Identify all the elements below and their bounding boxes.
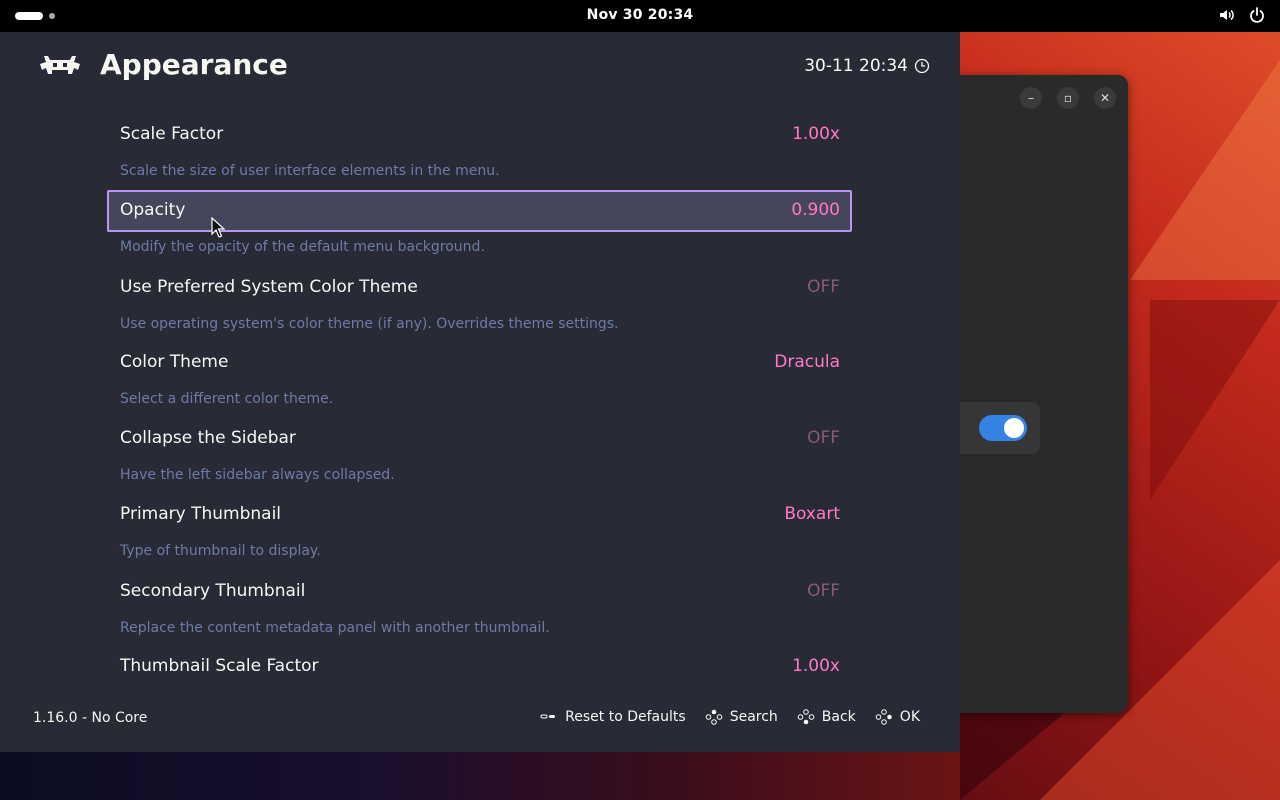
setting-label: Secondary Thumbnail xyxy=(120,581,306,601)
menu-clock-text: 30-11 20:34 xyxy=(804,56,908,76)
setting-scale-factor[interactable]: Scale Factor 1.00x Scale the size of use… xyxy=(107,114,852,179)
clock-icon xyxy=(914,58,930,74)
setting-description: Modify the opacity of the default menu b… xyxy=(120,239,485,255)
menu-footer: 1.16.0 - No Core Reset to Defaults Searc… xyxy=(0,690,960,752)
setting-collapse-sidebar[interactable]: Collapse the Sidebar OFF Have the left s… xyxy=(107,418,852,483)
gamepad-buttons-icon xyxy=(705,709,722,725)
footer-actions: Reset to Defaults Search Back OK xyxy=(539,709,920,725)
volume-icon xyxy=(1220,9,1234,21)
retroarch-window: Appearance 30-11 20:34 Scale Factor 1.00… xyxy=(0,32,960,752)
setting-value: 1.00x xyxy=(792,656,840,676)
setting-row[interactable]: Thumbnail Scale Factor 1.00x xyxy=(107,646,852,688)
setting-label: Thumbnail Scale Factor xyxy=(120,656,319,676)
action-label: Search xyxy=(729,709,778,725)
setting-row[interactable]: Primary Thumbnail Boxart xyxy=(107,494,852,536)
wallpaper-facet xyxy=(1130,60,1280,280)
setting-color-theme[interactable]: Color Theme Dracula Select a different c… xyxy=(107,342,852,407)
gamepad-buttons-icon xyxy=(797,709,815,725)
setting-label: Opacity xyxy=(120,200,186,220)
setting-system-color-theme[interactable]: Use Preferred System Color Theme OFF Use… xyxy=(107,267,852,332)
setting-thumbnail-scale-factor[interactable]: Thumbnail Scale Factor 1.00x xyxy=(107,646,852,688)
setting-description: Have the left sidebar always collapsed. xyxy=(120,467,395,483)
setting-description: Use operating system's color theme (if a… xyxy=(120,316,619,332)
select-button-icon xyxy=(540,714,556,719)
setting-value: OFF xyxy=(807,277,840,297)
setting-row[interactable]: Collapse the Sidebar OFF xyxy=(107,418,852,460)
top-bar: Nov 30 20:34 xyxy=(0,0,1280,32)
power-icon xyxy=(1250,7,1264,23)
setting-row[interactable]: Secondary Thumbnail OFF xyxy=(107,571,852,613)
reset-to-defaults-action[interactable]: Reset to Defaults xyxy=(539,709,686,725)
setting-label: Collapse the Sidebar xyxy=(120,428,296,448)
page-title: Appearance xyxy=(100,48,288,81)
setting-value: OFF xyxy=(807,581,840,601)
setting-description: Type of thumbnail to display. xyxy=(120,543,321,559)
gamepad-buttons-icon xyxy=(875,709,892,725)
top-bar-clock[interactable]: Nov 30 20:34 xyxy=(0,7,1280,23)
setting-value: 1.00x xyxy=(792,124,840,144)
action-label: Reset to Defaults xyxy=(565,709,686,725)
wallpaper-facet xyxy=(0,752,960,800)
menu-clock: 30-11 20:34 xyxy=(804,56,930,76)
ok-action[interactable]: OK xyxy=(874,709,920,725)
setting-row[interactable]: Color Theme Dracula xyxy=(107,342,852,384)
setting-value: 0.900 xyxy=(791,200,840,220)
minimize-button[interactable]: – xyxy=(1020,87,1042,109)
setting-label: Primary Thumbnail xyxy=(120,504,282,524)
version-label: 1.16.0 - No Core xyxy=(33,710,148,726)
system-menu[interactable] xyxy=(1218,6,1266,24)
setting-description: Select a different color theme. xyxy=(120,391,334,407)
background-window[interactable]: – ▫ ✕ xyxy=(940,75,1128,713)
close-button[interactable]: ✕ xyxy=(1094,87,1116,109)
setting-label: Scale Factor xyxy=(120,124,224,144)
setting-row[interactable]: Use Preferred System Color Theme OFF xyxy=(107,267,852,309)
setting-row[interactable]: Scale Factor 1.00x xyxy=(107,114,852,156)
setting-label: Color Theme xyxy=(120,352,229,372)
setting-label: Use Preferred System Color Theme xyxy=(120,277,418,297)
setting-value: OFF xyxy=(807,428,840,448)
action-label: Back xyxy=(821,709,856,725)
setting-value: Dracula xyxy=(774,352,840,372)
setting-value: Boxart xyxy=(784,504,840,524)
setting-description: Replace the content metadata panel with … xyxy=(120,620,550,636)
action-label: OK xyxy=(899,709,920,725)
setting-description: Scale the size of user interface element… xyxy=(120,163,500,179)
toggle-knob xyxy=(1004,418,1024,438)
wallpaper-facet xyxy=(960,700,1080,800)
back-action[interactable]: Back xyxy=(796,709,856,725)
setting-primary-thumbnail[interactable]: Primary Thumbnail Boxart Type of thumbna… xyxy=(107,494,852,559)
toggle-switch[interactable] xyxy=(979,415,1027,441)
search-action[interactable]: Search xyxy=(704,709,778,725)
retroarch-logo-icon xyxy=(40,56,80,74)
maximize-button[interactable]: ▫ xyxy=(1057,87,1079,109)
wallpaper-facet xyxy=(1150,300,1280,500)
mouse-pointer-icon xyxy=(211,217,225,238)
setting-secondary-thumbnail[interactable]: Secondary Thumbnail OFF Replace the cont… xyxy=(107,571,852,636)
